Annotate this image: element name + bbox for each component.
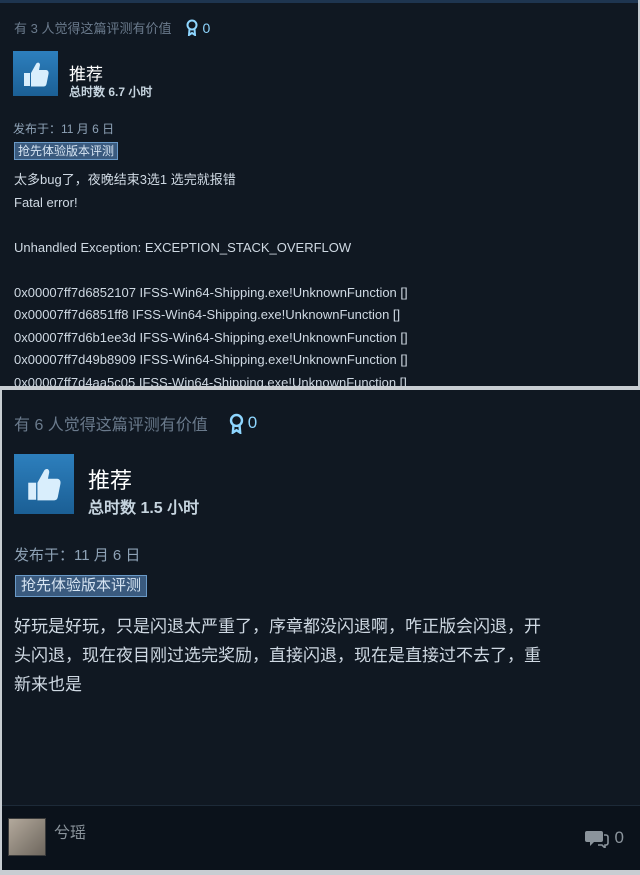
review-line: 0x00007ff7d6852107 IFSS-Win64-Shipping.e…: [14, 284, 408, 300]
user-avatar[interactable]: [8, 818, 46, 856]
posted-date: 发布于：11 月 6 日: [14, 547, 141, 564]
review-line: 0x00007ff7d49b8909 IFSS-Win64-Shipping.e…: [14, 352, 408, 367]
author-name[interactable]: 兮瑶: [54, 819, 86, 843]
review-line: 头闪退，现在夜目刚过选完奖励，直接闪退，现在是直接过不去了，重: [14, 646, 541, 665]
early-access-badge: 抢先体验版本评测: [15, 575, 148, 597]
review-line: Fatal error!: [14, 194, 78, 210]
helpful-count: 有 6 人觉得这篇评测有价值 0: [14, 413, 258, 434]
award-count: 0: [202, 19, 211, 36]
comments-button[interactable]: 0: [584, 828, 624, 848]
award-button[interactable]: 0: [185, 19, 210, 36]
thumbs-up-icon[interactable]: [13, 51, 58, 96]
comment-count: 0: [614, 828, 624, 847]
recommendation-label[interactable]: 推荐: [69, 60, 103, 85]
review-line: 0x00007ff7d6851ff8 IFSS-Win64-Shipping.e…: [14, 307, 401, 322]
award-count: 0: [247, 413, 258, 432]
award-ribbon-icon: [186, 19, 198, 36]
posted-date: 发布于：11 月 6 日: [13, 122, 115, 136]
review-card-1: 有 3 人觉得这篇评测有价值 0 推荐 总时数 6.7 小时 发布于：11 月 …: [0, 0, 638, 386]
review-card-2: 有 6 人觉得这篇评测有价值 0 推荐 总时数 1.5 小时 发布于：11 月 …: [2, 390, 640, 870]
award-ribbon-icon: [229, 413, 243, 434]
review-line: 新来也是: [14, 675, 82, 694]
review-footer: 兮瑶 0: [2, 805, 640, 870]
review-text: 太多bug了，夜晚结束3选1 选完就报错 Fatal error! Unhand…: [14, 169, 408, 386]
review-text: 好玩是好玩，只是闪退太严重了，序章都没闪退啊，咋正版会闪退，开 头闪退，现在夜目…: [14, 612, 541, 699]
review-line: 0x00007ff7d6b1ee3d IFSS-Win64-Shipping.e…: [14, 329, 408, 345]
review-line: 好玩是好玩，只是闪退太严重了，序章都没闪退啊，咋正版会闪退，开: [14, 617, 541, 636]
review-line: 0x00007ff7d4aa5c05 IFSS-Win64-Shipping.e…: [14, 374, 407, 387]
review-line: [14, 259, 408, 282]
recommendation-label[interactable]: 推荐: [88, 463, 132, 495]
review-line: 太多bug了，夜晚结束3选1 选完就报错: [14, 172, 236, 187]
playtime-hours: 总时数 6.7 小时: [69, 85, 153, 99]
review-line: [14, 214, 408, 237]
helpful-count: 有 3 人觉得这篇评测有价值 0: [14, 19, 211, 36]
review-line: Unhandled Exception: EXCEPTION_STACK_OVE…: [14, 239, 352, 255]
award-button[interactable]: 0: [228, 413, 257, 434]
playtime-hours: 总时数 1.5 小时: [88, 500, 200, 517]
comment-bubble-icon: [584, 831, 609, 848]
thumbs-up-icon[interactable]: [14, 454, 74, 514]
early-access-badge: 抢先体验版本评测: [14, 142, 119, 160]
